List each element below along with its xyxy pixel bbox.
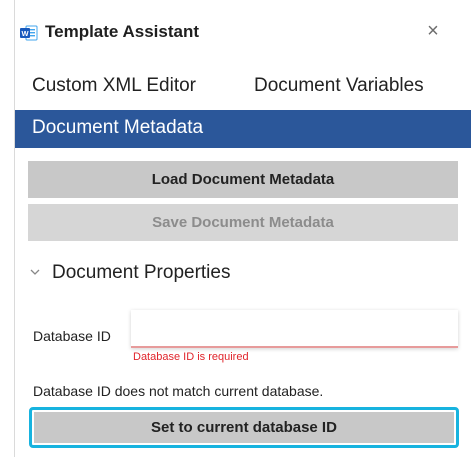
tab-custom-xml-editor[interactable]: Custom XML Editor — [32, 75, 196, 97]
chevron-down-icon — [30, 269, 40, 275]
tab-document-metadata[interactable]: Document Metadata — [15, 110, 471, 148]
database-id-error: Database ID is required — [133, 351, 249, 363]
word-document-icon: W — [20, 25, 38, 41]
section-title: Document Properties — [52, 262, 231, 283]
tab-document-variables[interactable]: Document Variables — [254, 75, 424, 97]
set-button-focus-ring: Set to current database ID — [29, 407, 459, 448]
load-metadata-button[interactable]: Load Document Metadata — [28, 161, 458, 198]
mismatch-message: Database ID does not match current datab… — [33, 383, 324, 399]
set-current-database-id-button[interactable]: Set to current database ID — [34, 412, 454, 443]
pane-left-border — [14, 0, 15, 457]
database-id-input[interactable] — [131, 310, 458, 348]
svg-text:W: W — [21, 29, 29, 38]
save-metadata-button[interactable]: Save Document Metadata — [28, 204, 458, 241]
database-id-label: Database ID — [33, 328, 111, 344]
close-icon[interactable]: × — [422, 20, 444, 42]
app-title: Template Assistant — [45, 22, 199, 41]
